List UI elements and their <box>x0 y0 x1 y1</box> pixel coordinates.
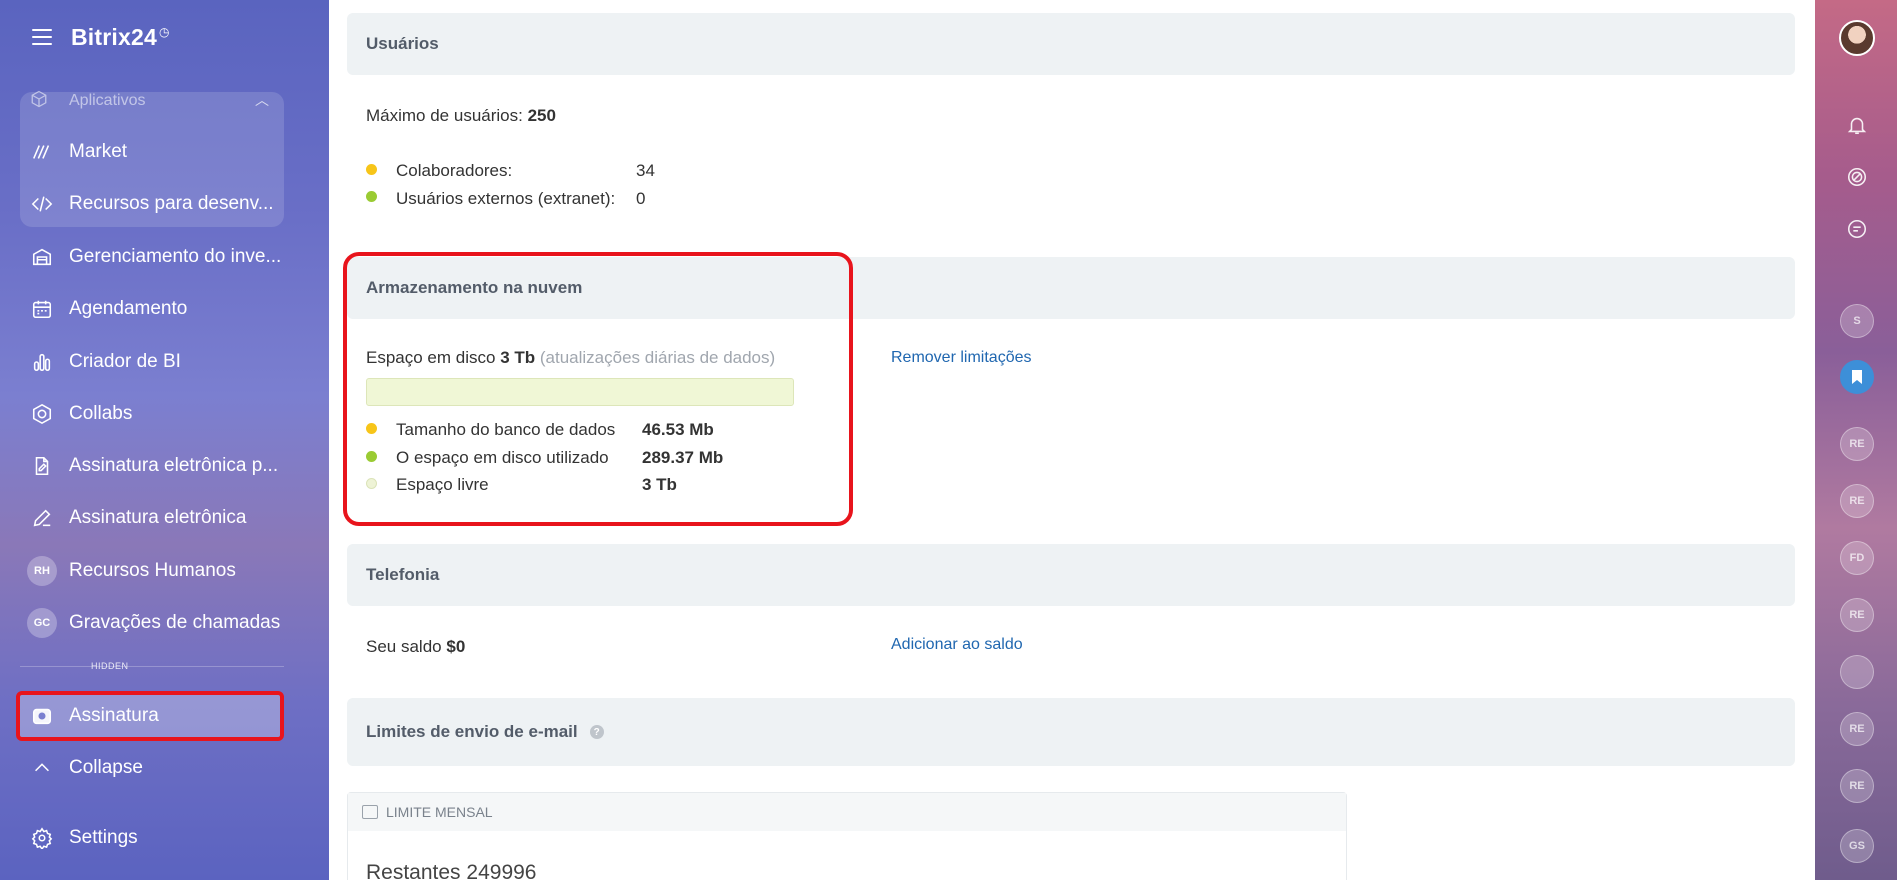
calendar-icon <box>30 297 54 321</box>
monthly-limit-header: LIMITE MENSAL <box>348 793 1346 831</box>
sidebar-item-bi-builder[interactable]: Criador de BI <box>30 347 181 377</box>
sidebar-item-scheduling[interactable]: Agendamento <box>30 294 187 324</box>
remove-limits-link[interactable]: Remover limitações <box>891 349 1031 367</box>
sidebar-item-human-resources[interactable]: RH Recursos Humanos <box>27 556 236 586</box>
collaborators-dot <box>366 164 377 175</box>
apps-group-header[interactable]: Aplicativos <box>30 90 145 113</box>
rail-contact-avatar[interactable] <box>1840 655 1874 689</box>
external-users-dot <box>366 191 377 202</box>
email-limits-section-header: Limites de envio de e-mail ? <box>347 698 1795 766</box>
external-users-value: 0 <box>636 189 646 208</box>
remaining-count: Restantes 249996 <box>366 861 537 880</box>
sidebar-item-subscription[interactable]: Assinatura <box>30 701 159 731</box>
users-section-header: Usuários <box>347 13 1795 75</box>
rail-contact-fd[interactable]: FD <box>1840 541 1874 575</box>
pen-icon <box>30 506 54 530</box>
storage-highlight-box <box>343 252 853 526</box>
external-users-label: Usuários externos (extranet): <box>396 189 616 208</box>
hidden-label: HIDDEN <box>91 661 129 671</box>
sidebar-item-e-signature-p[interactable]: Assinatura eletrônica p... <box>30 451 278 481</box>
rail-contact-gs[interactable]: GS <box>1840 829 1874 863</box>
user-avatar[interactable] <box>1839 20 1875 56</box>
copilot-icon[interactable] <box>1844 164 1870 190</box>
sidebar-item-market[interactable]: Market <box>30 137 127 167</box>
sidebar-item-collabs[interactable]: Collabs <box>30 399 132 429</box>
sidebar-item-e-signature[interactable]: Assinatura eletrônica <box>30 503 246 533</box>
sidebar-item-inventory[interactable]: Gerenciamento do inve... <box>30 242 281 272</box>
code-icon <box>30 192 54 216</box>
right-rail: S RE RE FD RE RE RE GS <box>1815 0 1897 880</box>
calendar-icon <box>362 805 378 819</box>
collabs-icon <box>30 402 54 426</box>
rh-badge: RH <box>27 556 57 586</box>
bell-icon[interactable] <box>1844 112 1870 138</box>
bar-chart-icon <box>30 350 54 374</box>
gc-badge: GC <box>27 608 57 638</box>
rail-contact-s[interactable]: S <box>1840 304 1874 338</box>
rail-contact-re-2[interactable]: RE <box>1840 484 1874 518</box>
menu-burger-icon[interactable] <box>32 29 52 45</box>
left-sidebar: Bitrix24 ◷ Aplicativos ︿ Market Recursos … <box>0 0 329 880</box>
rail-contact-re-4[interactable]: RE <box>1840 712 1874 746</box>
main-content: Usuários Máximo de usuários: 250 Colabor… <box>329 0 1815 880</box>
bookmark-icon[interactable] <box>1840 360 1874 394</box>
sidebar-collapse[interactable]: Collapse <box>30 753 143 783</box>
balance: Seu saldo $0 <box>366 637 466 656</box>
add-balance-link[interactable]: Adicionar ao saldo <box>891 636 1023 654</box>
rail-contact-re-3[interactable]: RE <box>1840 598 1874 632</box>
sidebar-settings[interactable]: Settings <box>30 823 138 853</box>
chevron-up-icon <box>30 756 54 780</box>
telephony-section-header: Telefonia <box>347 544 1795 606</box>
monthly-limit-card: LIMITE MENSAL Restantes 249996 <box>347 792 1347 880</box>
collaborators-value: 34 <box>636 161 655 180</box>
chat-icon[interactable] <box>1844 216 1870 242</box>
document-sign-icon <box>30 454 54 478</box>
cube-icon <box>30 90 52 113</box>
max-users: Máximo de usuários: 250 <box>366 106 556 125</box>
help-icon[interactable]: ? <box>589 725 604 739</box>
sidebar-item-dev-resources[interactable]: Recursos para desenv... <box>30 189 274 219</box>
brand-logo[interactable]: Bitrix24 ◷ <box>71 24 170 51</box>
warehouse-icon <box>30 245 54 269</box>
subscription-icon <box>30 704 54 728</box>
rail-contact-re-1[interactable]: RE <box>1840 427 1874 461</box>
hidden-divider <box>20 666 284 667</box>
chevron-up-icon[interactable]: ︿ <box>255 90 269 110</box>
collaborators-label: Colaboradores: <box>396 161 513 180</box>
gear-icon <box>30 826 54 850</box>
market-icon <box>30 140 54 164</box>
sidebar-item-call-recordings[interactable]: GC Gravações de chamadas <box>27 608 280 638</box>
rail-contact-re-5[interactable]: RE <box>1840 769 1874 803</box>
